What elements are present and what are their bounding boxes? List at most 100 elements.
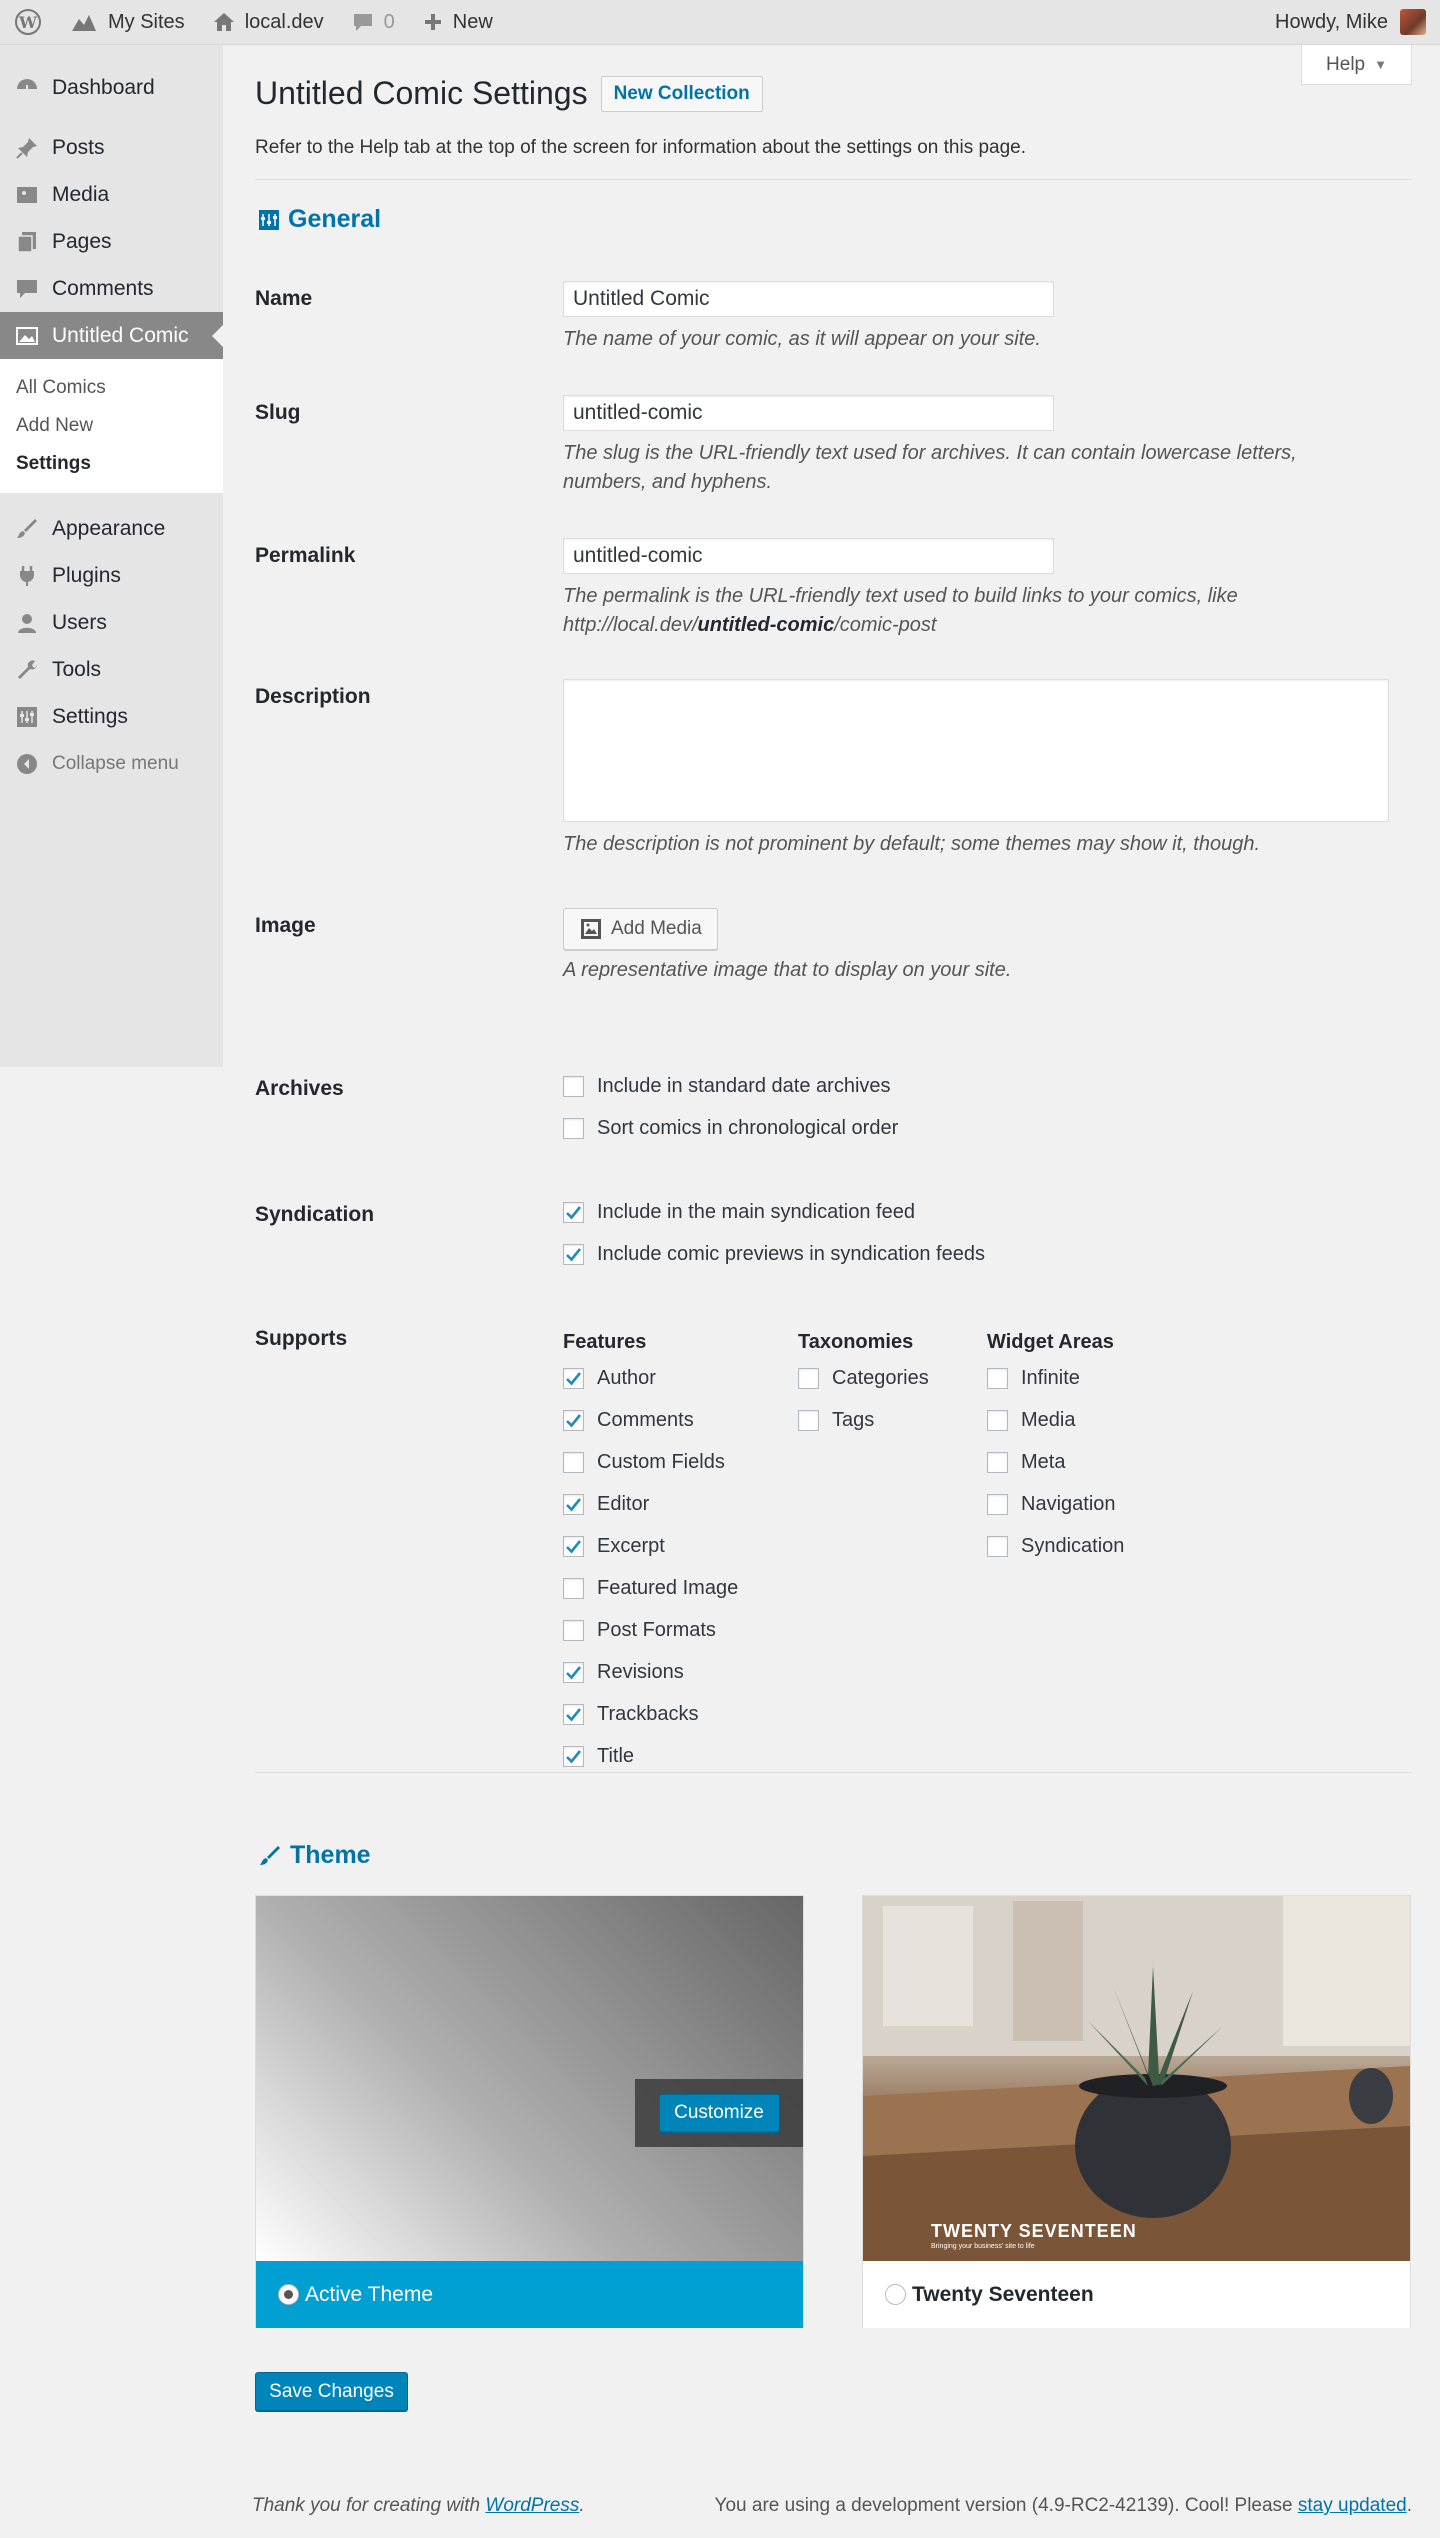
feature-checkbox-featured-image[interactable]: Featured Image — [563, 1567, 738, 1609]
checkbox-box[interactable] — [987, 1367, 1008, 1389]
syndication-main-feed-checkbox[interactable]: Include in the main syndication feed — [563, 1191, 985, 1233]
checkbox-box[interactable] — [563, 1577, 584, 1599]
my-sites-menu[interactable]: My Sites — [56, 0, 199, 45]
page-title: Untitled Comic Settings — [255, 75, 588, 111]
checkbox-box[interactable] — [563, 1409, 584, 1431]
checkbox-box[interactable] — [563, 1243, 584, 1265]
wordpress-link[interactable]: WordPress — [485, 2495, 579, 2516]
archives-chronological-checkbox[interactable]: Sort comics in chronological order — [563, 1107, 898, 1149]
feature-checkbox-comments[interactable]: Comments — [563, 1399, 738, 1441]
feature-checkbox-author[interactable]: Author — [563, 1357, 738, 1399]
image-field-group: Add Media A representative image that to… — [563, 908, 1363, 985]
menu-dashboard[interactable]: Dashboard — [0, 61, 223, 114]
taxonomy-checkbox-categories[interactable]: Categories — [798, 1357, 929, 1399]
checkbox-box[interactable] — [987, 1493, 1008, 1515]
checkbox-box[interactable] — [563, 1661, 584, 1683]
feature-checkbox-title[interactable]: Title — [563, 1735, 738, 1777]
menu-appearance[interactable]: Appearance — [0, 505, 223, 552]
avatar — [1400, 9, 1426, 35]
checkbox-label: Sort comics in chronological order — [597, 1116, 899, 1139]
checkmark-icon — [566, 1413, 582, 1427]
add-media-button[interactable]: Add Media — [563, 908, 718, 950]
slug-input[interactable]: untitled-comic — [563, 395, 1054, 431]
checkbox-box[interactable] — [563, 1745, 584, 1767]
features-column: Features Author Comments Custom Fields Edit… — [563, 1327, 738, 1777]
new-content-menu[interactable]: New — [409, 0, 507, 45]
checkbox-box[interactable] — [563, 1117, 584, 1139]
checkbox-box[interactable] — [563, 1201, 584, 1223]
syndication-previews-checkbox[interactable]: Include comic previews in syndication fe… — [563, 1233, 985, 1275]
checkbox-box[interactable] — [563, 1075, 584, 1097]
checkbox-box[interactable] — [798, 1367, 819, 1389]
name-field-group: Untitled Comic The name of your comic, a… — [563, 281, 1363, 354]
theme-radio-twenty-seventeen[interactable] — [885, 2284, 906, 2305]
account-menu[interactable]: Howdy, Mike — [1275, 9, 1440, 35]
submenu-add-new[interactable]: Add New — [0, 407, 223, 445]
menu-posts[interactable]: Posts — [0, 124, 223, 171]
collapse-menu-button[interactable]: Collapse menu — [0, 740, 223, 787]
footer-version: You are using a development version (4.9… — [715, 2495, 1412, 2517]
feature-checkbox-revisions[interactable]: Revisions — [563, 1651, 738, 1693]
feature-checkbox-editor[interactable]: Editor — [563, 1483, 738, 1525]
wordpress-logo-icon[interactable]: W — [0, 0, 56, 45]
theme-radio-active[interactable] — [278, 2284, 299, 2305]
permalink-input[interactable]: untitled-comic — [563, 538, 1054, 574]
menu-settings[interactable]: Settings — [0, 693, 223, 740]
feature-checkbox-post-formats[interactable]: Post Formats — [563, 1609, 738, 1651]
menu-media[interactable]: Media — [0, 171, 223, 218]
site-name-menu[interactable]: local.dev — [199, 0, 338, 45]
submenu-settings[interactable]: Settings — [0, 445, 223, 483]
stay-updated-link[interactable]: stay updated — [1298, 2495, 1407, 2516]
supports-label: Supports — [255, 1327, 348, 1350]
features-list: Author Comments Custom Fields Editor Excerpt… — [563, 1357, 738, 1777]
checkbox-box[interactable] — [563, 1535, 584, 1557]
menu-pages[interactable]: Pages — [0, 218, 223, 265]
taxonomy-checkbox-tags[interactable]: Tags — [798, 1399, 929, 1441]
checkbox-box[interactable] — [563, 1703, 584, 1725]
menu-untitled-comic[interactable]: Untitled Comic — [0, 312, 223, 359]
widget-area-checkbox-meta[interactable]: Meta — [987, 1441, 1124, 1483]
checkbox-box[interactable] — [563, 1367, 584, 1389]
theme-title: Theme — [290, 1841, 371, 1869]
menu-label: Appearance — [52, 516, 166, 540]
checkbox-box[interactable] — [563, 1493, 584, 1515]
menu-comments[interactable]: Comments — [0, 265, 223, 312]
comments-menu[interactable]: 0 — [338, 0, 409, 45]
widget-area-checkbox-navigation[interactable]: Navigation — [987, 1483, 1124, 1525]
menu-plugins[interactable]: Plugins — [0, 552, 223, 599]
checkbox-box[interactable] — [987, 1451, 1008, 1473]
theme-card-active[interactable]: Customize Active Theme — [255, 1895, 804, 2328]
general-title: General — [288, 205, 382, 233]
general-icon — [258, 209, 280, 231]
name-input[interactable]: Untitled Comic — [563, 281, 1054, 317]
checkbox-box[interactable] — [563, 1619, 584, 1641]
new-collection-button[interactable]: New Collection — [600, 75, 763, 112]
theme-card-twenty-seventeen[interactable]: TWENTY SEVENTEEN Bringing your business'… — [862, 1895, 1411, 2328]
footer-thanks-end: . — [579, 2495, 585, 2516]
active-theme-bar[interactable]: Active Theme — [256, 2261, 803, 2328]
checkbox-box[interactable] — [987, 1535, 1008, 1557]
feature-checkbox-excerpt[interactable]: Excerpt — [563, 1525, 738, 1567]
feature-checkbox-custom-fields[interactable]: Custom Fields — [563, 1441, 738, 1483]
admin-bar: W My Sites local.dev 0 New Howdy, Mike — [0, 0, 1440, 45]
twenty-seventeen-bar[interactable]: Twenty Seventeen — [863, 2261, 1410, 2328]
help-tab-button[interactable]: Help ▼ — [1301, 45, 1412, 85]
description-textarea[interactable] — [563, 679, 1389, 822]
submenu-all-comics[interactable]: All Comics — [0, 369, 223, 407]
widget-area-checkbox-media[interactable]: Media — [987, 1399, 1124, 1441]
checkmark-icon — [566, 1539, 582, 1553]
checkbox-label: Featured Image — [597, 1576, 739, 1599]
checkbox-box[interactable] — [563, 1451, 584, 1473]
themes-grid: Customize Active Theme TWENTY SEVENTEEN … — [255, 1895, 1412, 2328]
comment-bubble-icon — [352, 11, 374, 33]
menu-users[interactable]: Users — [0, 599, 223, 646]
feature-checkbox-trackbacks[interactable]: Trackbacks — [563, 1693, 738, 1735]
widget-area-checkbox-infinite[interactable]: Infinite — [987, 1357, 1124, 1399]
archives-date-checkbox[interactable]: Include in standard date archives — [563, 1065, 898, 1107]
save-changes-button[interactable]: Save Changes — [255, 2372, 408, 2411]
menu-tools[interactable]: Tools — [0, 646, 223, 693]
checkbox-box[interactable] — [798, 1409, 819, 1431]
checkbox-box[interactable] — [987, 1409, 1008, 1431]
customize-button[interactable]: Customize — [658, 2094, 780, 2132]
widget-area-checkbox-syndication[interactable]: Syndication — [987, 1525, 1124, 1567]
